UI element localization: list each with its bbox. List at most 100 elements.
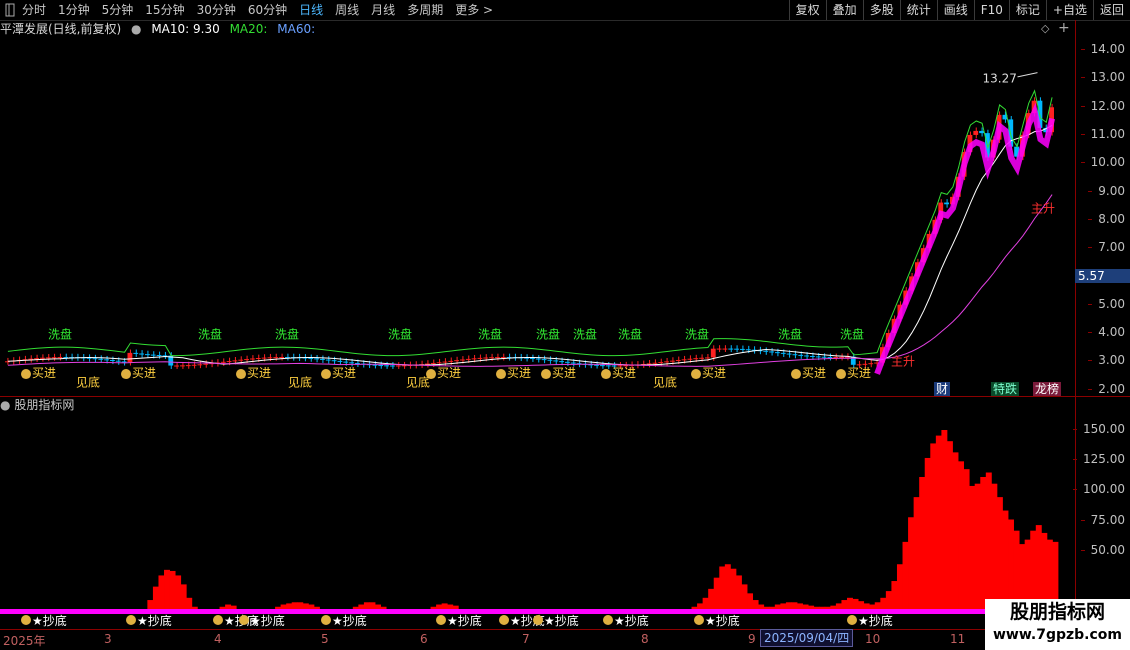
drop-badge[interactable]: 特跌: [991, 382, 1020, 396]
indicator-chart[interactable]: ★抄底★抄底★抄底★抄底★抄底★抄底★抄底★抄底★抄底★抄底★抄底: [0, 414, 1075, 630]
time-label: 10: [865, 632, 881, 646]
candle-body: [454, 360, 459, 362]
collapse-icon[interactable]: ●: [0, 398, 10, 412]
candle-body: [255, 358, 261, 360]
buy-label: 买进: [437, 366, 461, 380]
price-tick: 12.00: [1080, 98, 1125, 113]
sidebar-toggle-icon[interactable]: [4, 2, 16, 18]
toolbar-button-2[interactable]: 多股: [862, 0, 900, 20]
indicator-bar: [447, 604, 454, 609]
stock-title[interactable]: 平潭发展(日线,前复权): [0, 22, 121, 36]
indicator-bar: [452, 605, 459, 609]
candle-body: [763, 350, 769, 352]
money-bag-icon: [21, 369, 31, 380]
indicator-bar: [180, 584, 187, 609]
candle-body: [868, 363, 874, 365]
diamond-icon[interactable]: ◇: [1041, 22, 1049, 35]
wash-label: 洗盘: [275, 327, 299, 342]
price-axis: 14.0013.0012.0011.0010.009.008.007.006.0…: [1075, 20, 1130, 396]
time-label: 6: [420, 632, 428, 646]
indicator-bar: [358, 604, 365, 609]
indicator-bar: [996, 497, 1003, 609]
toolbar-button-7[interactable]: +自选: [1045, 0, 1093, 20]
candle-body: [145, 354, 150, 356]
plus-icon[interactable]: +: [1058, 20, 1070, 36]
buy-label: 买进: [847, 366, 871, 380]
settings-icon[interactable]: ●: [131, 22, 141, 36]
dragon-list-badge[interactable]: 龙榜: [1033, 382, 1062, 396]
candle-body: [314, 358, 319, 360]
tab-period-8[interactable]: 月线: [365, 2, 401, 18]
wash-label: 洗盘: [478, 327, 502, 342]
indicator-bar: [791, 602, 798, 609]
indicator-bar: [780, 603, 787, 609]
pane-divider: [0, 396, 1130, 397]
toolbar-button-1[interactable]: 叠加: [825, 0, 863, 20]
indicator-title[interactable]: ● 股朋指标网: [0, 396, 74, 414]
indicator-bar: [880, 597, 887, 609]
toolbar-button-4[interactable]: 画线: [936, 0, 974, 20]
indicator-bar: [747, 593, 754, 609]
tab-period-2[interactable]: 5分钟: [96, 2, 140, 18]
watermark-url: www.7gpzb.com: [992, 627, 1122, 643]
high-price-arrow: [1017, 72, 1038, 78]
tab-period-4[interactable]: 30分钟: [191, 2, 242, 18]
indicator-bar: [430, 606, 437, 609]
candle-body: [203, 363, 209, 365]
candle-body: [594, 364, 599, 366]
indicator-bar: [369, 602, 376, 609]
candle-body: [944, 202, 949, 205]
tab-period-6[interactable]: 日线: [293, 2, 329, 18]
candle-body: [489, 357, 494, 359]
candle-body: [244, 359, 249, 361]
money-bag-icon: [213, 615, 223, 625]
buy-label: 买进: [332, 366, 356, 380]
candle-body: [775, 352, 780, 354]
toolbar-button-3[interactable]: 统计: [899, 0, 937, 20]
indicator-bar: [958, 461, 965, 609]
period-toolbar: 分时 1分钟 5分钟 15分钟 30分钟 60分钟 日线 周线 月线 多周期 更多 > 复权 叠加 多股…: [0, 0, 1130, 21]
candle-body: [401, 365, 407, 367]
indicator-bar: [808, 605, 815, 609]
tab-period-7[interactable]: 周线: [329, 2, 365, 18]
indicator-bar: [175, 575, 182, 609]
toolbar-button-0[interactable]: 复权: [788, 0, 826, 20]
indicator-bar: [708, 588, 715, 609]
toolbar-button-6[interactable]: 标记: [1008, 0, 1046, 20]
indicator-bar: [891, 581, 898, 609]
indicator-tick: 150.00: [1073, 422, 1125, 436]
price-chart[interactable]: 13.27洗盘 洗盘 洗盘 洗盘 洗盘 洗盘 洗盘 洗盘 洗盘 洗盘 洗盘买进 买进 买进 买进 买进 买进买…: [0, 38, 1075, 395]
money-bag-icon: [436, 615, 446, 625]
tab-period-3[interactable]: 15分钟: [139, 2, 190, 18]
toolbar-button-8[interactable]: 返回: [1092, 0, 1130, 20]
candle-body: [180, 365, 185, 367]
indicator-bar: [758, 604, 765, 609]
tab-period-5[interactable]: 60分钟: [242, 2, 293, 18]
tab-period-1[interactable]: 1分钟: [52, 2, 96, 18]
indicator-bar: [841, 600, 848, 609]
candle-body: [238, 359, 244, 361]
indicator-bar: [769, 606, 776, 609]
indicator-bar: [974, 483, 981, 609]
indicator-bar: [152, 586, 159, 609]
candle-body: [810, 355, 815, 357]
candle-body: [279, 357, 284, 359]
indicator-bar: [946, 441, 953, 609]
money-bag-icon: [694, 615, 704, 625]
money-bag-icon: [603, 615, 613, 625]
time-label: 3: [104, 632, 112, 646]
indicator-bar: [1030, 530, 1037, 609]
indicator-bar: [308, 604, 315, 609]
candle-body: [226, 361, 232, 363]
toolbar-right-buttons: 复权 叠加 多股 统计 画线 F10 标记 +自选 返回: [788, 0, 1130, 20]
indicator-bar: [702, 597, 709, 609]
tab-period-9[interactable]: 多周期: [401, 2, 449, 18]
candle-body: [197, 364, 203, 366]
candle-body: [553, 360, 559, 362]
indicator-bar: [852, 598, 859, 609]
tab-period-10[interactable]: 更多 >: [449, 2, 499, 18]
finance-badge[interactable]: 财: [934, 382, 951, 396]
toolbar-button-5[interactable]: F10: [973, 0, 1009, 20]
tab-period-0[interactable]: 分时: [16, 2, 52, 18]
candle-body: [261, 357, 267, 359]
